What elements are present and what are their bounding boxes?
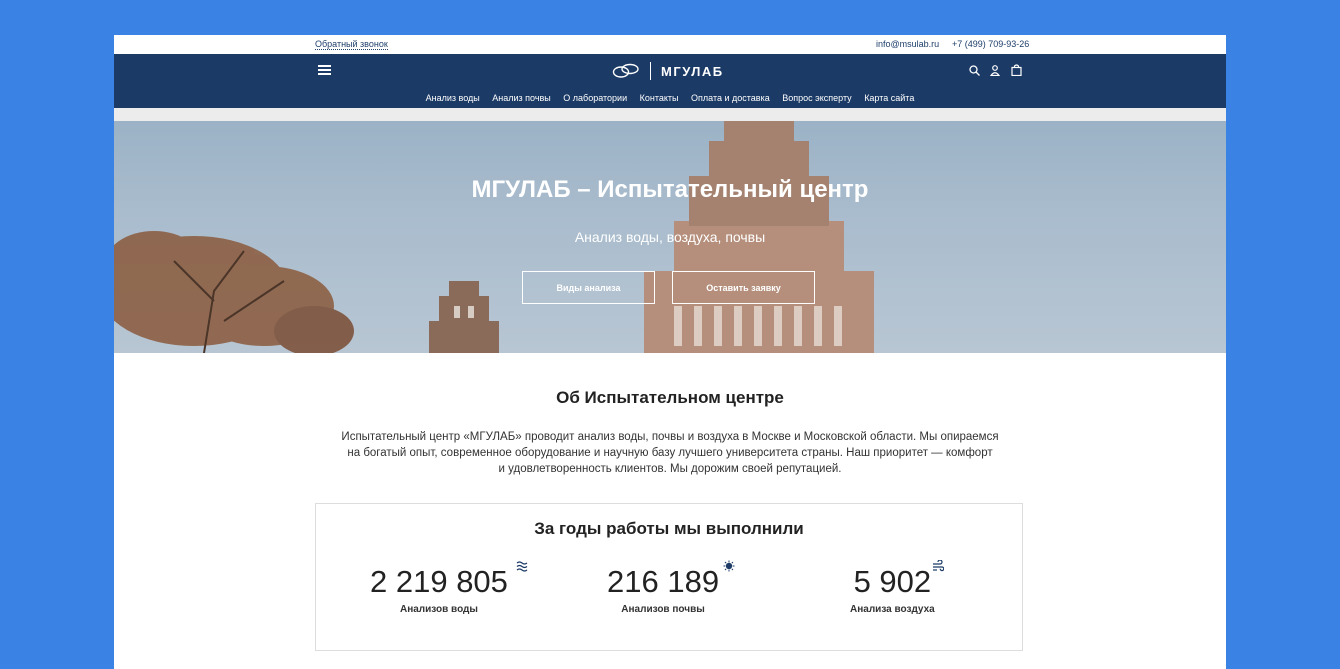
- callback-link[interactable]: Обратный звонок: [315, 39, 388, 50]
- logo-divider: [650, 62, 651, 80]
- hero-subtitle: Анализ воды, воздуха, почвы: [574, 229, 766, 245]
- stat-label: Анализов воды: [399, 604, 478, 615]
- header-icons: [968, 63, 1022, 77]
- menu-item-water-analysis[interactable]: Анализ воды: [426, 93, 480, 103]
- about-title: Об Испытательном центре: [556, 388, 784, 407]
- menu-item-payment-delivery[interactable]: Оплата и доставка: [691, 93, 770, 103]
- leave-request-button[interactable]: Оставить заявку: [672, 271, 815, 304]
- menu-icon[interactable]: [318, 65, 331, 75]
- menu-item-soil-analysis[interactable]: Анализ почвы: [492, 93, 551, 103]
- menu-item-about-lab[interactable]: О лаборатории: [563, 93, 627, 103]
- page: Обратный звонок info@msulab.ru +7 (499) …: [114, 35, 1226, 669]
- main-navbar: МГУЛАБ Анализ воды Анализ почвы О лабора…: [114, 54, 1226, 108]
- menu-item-contacts[interactable]: Контакты: [640, 93, 679, 103]
- user-icon[interactable]: [989, 63, 1001, 77]
- stat-air: 5 902 Анализа воздуха: [850, 560, 944, 615]
- top-bar: Обратный звонок info@msulab.ru +7 (499) …: [114, 35, 1226, 54]
- soil-icon: [723, 560, 735, 572]
- wind-icon: [933, 560, 944, 572]
- stat-soil: 216 189 Анализов почвы: [607, 560, 735, 615]
- stat-water: 2 219 805 Анализов воды: [370, 561, 528, 615]
- logo[interactable]: МГУЛАБ: [612, 62, 724, 80]
- email-link[interactable]: info@msulab.ru: [876, 39, 939, 49]
- search-icon[interactable]: [968, 63, 980, 77]
- stat-label: Анализа воздуха: [850, 604, 935, 615]
- cart-icon[interactable]: [1010, 63, 1022, 77]
- main-menu: Анализ воды Анализ почвы О лаборатории К…: [114, 93, 1226, 103]
- logo-text: МГУЛАБ: [661, 63, 724, 79]
- stat-label: Анализов почвы: [621, 604, 705, 615]
- stat-value: 2 219 805: [370, 564, 508, 599]
- about-text-line: и удовлетворенность клиентов. Мы дорожим…: [498, 463, 842, 475]
- about-text-line: на богатый опыт, современное оборудовани…: [347, 447, 993, 459]
- phone-link[interactable]: +7 (499) 709-93-26: [952, 39, 1029, 49]
- stat-value: 216 189: [607, 564, 720, 599]
- menu-item-sitemap[interactable]: Карта сайта: [864, 93, 914, 103]
- hero-banner: МГУЛАБ – Испытательный центр Анализ воды…: [114, 121, 1226, 353]
- header-strip: [114, 108, 1226, 121]
- hero-title: МГУЛАБ – Испытательный центр: [471, 176, 869, 203]
- stats-box: За годы работы мы выполнили 2 219 805 Ан…: [315, 503, 1023, 651]
- stats-title: За годы работы мы выполнили: [534, 519, 804, 538]
- about-text-line: Испытательный центр «МГУЛАБ» проводит ан…: [341, 431, 999, 443]
- stat-value: 5 902: [853, 564, 932, 599]
- water-waves-icon: [516, 561, 528, 572]
- menu-item-ask-expert[interactable]: Вопрос эксперту: [782, 93, 851, 103]
- about-text: Испытательный центр «МГУЛАБ» проводит ан…: [334, 429, 1006, 477]
- logo-mark-icon: [612, 63, 639, 78]
- analysis-types-button[interactable]: Виды анализа: [522, 271, 655, 304]
